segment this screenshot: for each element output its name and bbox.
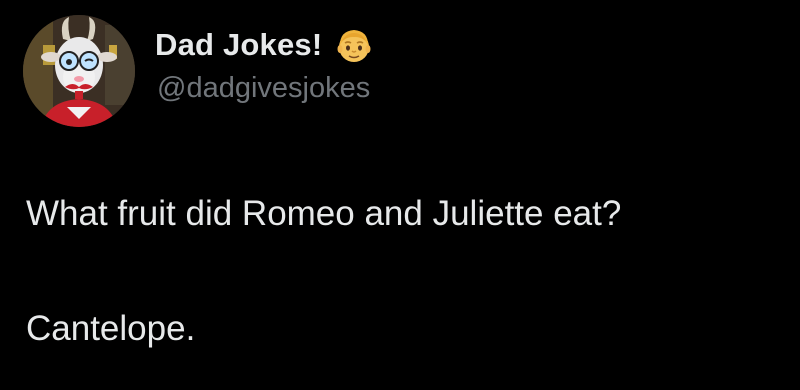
tweet[interactable]: Dad Jokes! @dadgivesjokes What fruit did…	[0, 0, 800, 390]
author-handle[interactable]: @dadgivesjokes	[157, 72, 370, 105]
author-name-row: Dad Jokes!	[155, 22, 374, 68]
tweet-text-line: Cantelope.	[26, 309, 196, 348]
man-emoji-icon	[337, 30, 371, 62]
author-avatar[interactable]	[23, 15, 135, 127]
tweet-text-line: What fruit did Romeo and Juliette eat?	[26, 194, 622, 233]
goat-dad-avatar-icon	[23, 15, 135, 127]
author-display-name[interactable]: Dad Jokes!	[155, 27, 322, 63]
